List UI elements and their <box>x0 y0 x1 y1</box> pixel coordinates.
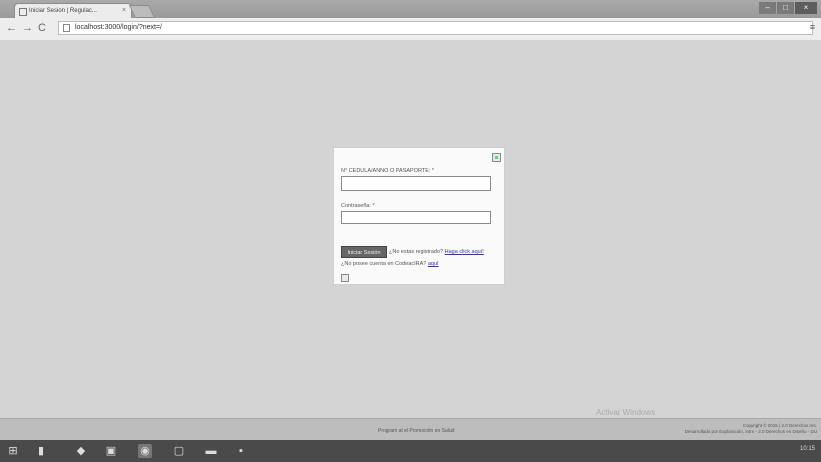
page-footer: Program at el Promoción en Salud Copyrig… <box>0 418 821 441</box>
browser-menu-icon[interactable]: ≡ <box>810 22 815 32</box>
window-controls: – □ × <box>759 2 817 14</box>
system-clock[interactable]: 10:15 <box>800 446 815 452</box>
back-arrow-icon[interactable]: ← <box>6 22 17 34</box>
terminal-icon[interactable]: ▬ <box>204 444 218 458</box>
address-text: localhost:3000/login/?next=/ <box>75 24 162 31</box>
register-link[interactable]: Haga click aquí! <box>445 249 484 255</box>
page-icon <box>63 24 70 32</box>
new-tab-button[interactable] <box>128 5 156 18</box>
tab-close-icon[interactable]: × <box>122 4 126 18</box>
browser-titlebar: Iniciar Sesion | Regulac... × – □ × <box>0 0 821 18</box>
no-account-text: ¿No posee cuenta en CodeacIRA? <box>341 261 427 267</box>
footer-center-text: Program at el Promoción en Salud <box>378 428 455 434</box>
maximize-button[interactable]: □ <box>777 2 794 14</box>
broken-image-icon <box>492 153 501 162</box>
address-bar[interactable]: localhost:3000/login/?next=/ <box>58 21 813 35</box>
chrome-icon[interactable]: ◉ <box>138 444 152 458</box>
page-favicon-icon <box>19 8 27 16</box>
app-icon[interactable]: ▢ <box>172 444 186 458</box>
close-window-button[interactable]: × <box>795 2 817 14</box>
save-icon[interactable]: ▪ <box>234 444 248 458</box>
forward-arrow-icon[interactable]: → <box>22 22 33 34</box>
minimize-button[interactable]: – <box>759 2 776 14</box>
windows-taskbar: ⊞ ▮ ◆ ▣ ◉ ▢ ▬ ▪ 10:15 <box>0 440 821 462</box>
password-label: Contraseña: * <box>341 203 375 209</box>
login-form: N° CEDULA/ANNO O PASAPORTE: * Contraseña… <box>333 147 505 285</box>
start-icon[interactable]: ⊞ <box>6 444 20 458</box>
login-button[interactable]: Iniciar Sesión <box>341 246 387 258</box>
password-input[interactable] <box>341 211 491 224</box>
page-body: N° CEDULA/ANNO O PASAPORTE: * Contraseña… <box>0 40 821 422</box>
not-registered-text: ¿No estas registrado? <box>389 249 444 255</box>
footer-copyright-line2: Desarrollado por Exploración, Intrn - 2.… <box>684 429 817 434</box>
username-label: N° CEDULA/ANNO O PASAPORTE: * <box>341 168 435 174</box>
browser-tab[interactable]: Iniciar Sesion | Regulac... × <box>14 3 132 18</box>
no-account-prompt: ¿No posee cuenta en CodeacIRA? aquí <box>341 261 439 267</box>
broken-image-icon <box>341 274 349 282</box>
activate-windows-watermark: Activar Windows <box>596 408 656 417</box>
reload-icon[interactable]: C <box>38 22 46 34</box>
footer-copyright: Copyright © 2015 | 2.0 Derechos res. Des… <box>685 423 817 435</box>
browser-toolbar: ← → C localhost:3000/login/?next=/ ≡ <box>0 18 821 41</box>
explorer-icon[interactable]: ▣ <box>104 444 118 458</box>
no-account-link[interactable]: aquí <box>428 261 439 267</box>
store-icon[interactable]: ◆ <box>74 444 88 458</box>
tab-title: Iniciar Sesion | Regulac... <box>29 8 97 14</box>
username-input[interactable] <box>341 176 491 191</box>
file-explorer-icon[interactable]: ▮ <box>34 444 48 458</box>
register-prompt: ¿No estas registrado? Haga click aquí! <box>389 249 484 255</box>
